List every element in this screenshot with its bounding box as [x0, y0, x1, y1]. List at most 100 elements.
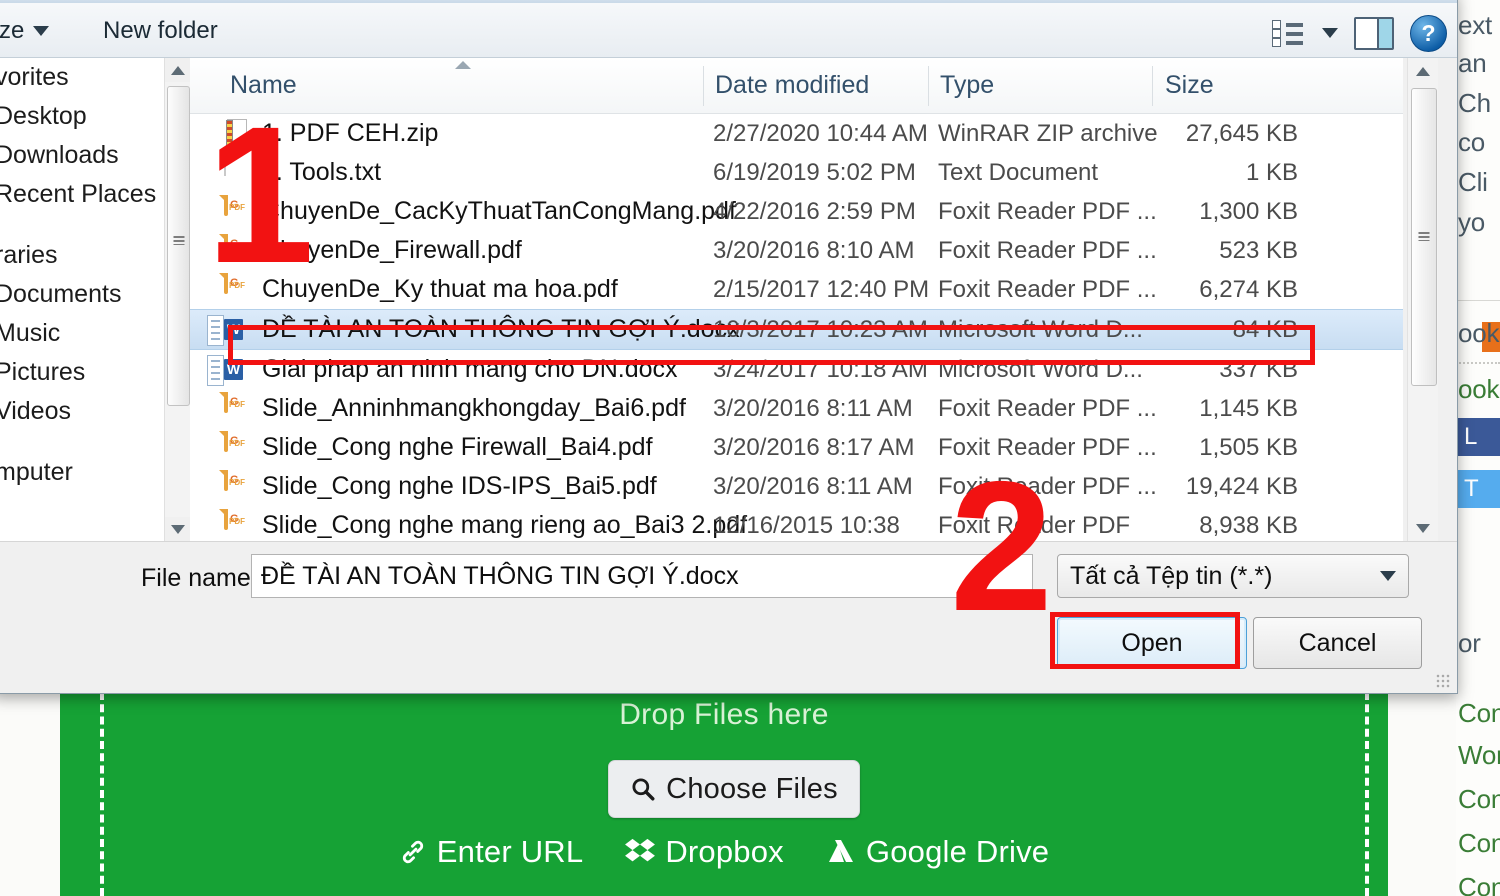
bg-fragment-14[interactable]: Conv: [1458, 828, 1500, 859]
enter-url-link[interactable]: Enter URL: [399, 834, 584, 870]
sidebar-item-music[interactable]: Music: [0, 314, 175, 353]
column-header-date-modified[interactable]: Date modified: [715, 71, 869, 100]
sidebar-item-videos[interactable]: Videos: [0, 392, 175, 431]
table-row[interactable]: G PDF ChuyenDe_Ky thuat ma hoa.pdf 2/15/2…: [190, 270, 1403, 309]
sidebar-item-libraries[interactable]: raries: [0, 236, 175, 275]
table-row[interactable]: 1. PDF CEH.zip 2/27/2020 10:44 AM WinRAR…: [190, 114, 1403, 153]
bg-fragment-2: Ch: [1458, 88, 1491, 118]
file-name-cell: ĐỀ TÀI AN TOÀN THÔNG TIN GỢI Ý.docx: [262, 315, 740, 343]
choose-files-button[interactable]: Choose Files: [608, 760, 860, 818]
file-size-cell: 19,424 KB: [1185, 472, 1298, 500]
google-drive-link[interactable]: Google Drive: [826, 834, 1049, 870]
file-date-cell: 4/22/2016 2:59 PM: [713, 197, 916, 225]
nav-scroll-thumb[interactable]: [167, 86, 190, 406]
column-separator-3[interactable]: [1152, 66, 1153, 106]
column-separator-2[interactable]: [928, 66, 929, 106]
sidebar-item-documents[interactable]: Documents: [0, 275, 175, 314]
table-row[interactable]: 2. Tools.txt 6/19/2019 5:02 PM Text Docu…: [190, 153, 1403, 192]
bg-fragment-12[interactable]: Word: [1458, 740, 1500, 771]
text-file-icon: [224, 156, 252, 188]
file-date-cell: 6/19/2019 5:02 PM: [713, 158, 916, 186]
resize-grip-icon[interactable]: [1436, 674, 1450, 688]
table-row[interactable]: G PDF Slide_Cong nghe IDS-IPS_Bai5.pdf 3/…: [190, 467, 1403, 506]
file-date-cell: 3/20/2016 8:17 AM: [713, 433, 915, 461]
file-date-cell: 12/16/2015 10:38: [713, 511, 900, 539]
bg-fragment-6: ook: [1458, 318, 1500, 348]
bg-dotted-divider: [1456, 362, 1500, 364]
bg-fragment-10: or: [1458, 628, 1481, 658]
file-date-cell: 3/24/2017 10:18 AM: [713, 355, 928, 383]
background-right-column: ext an Ch co Cli yo ook ook L T or Conv …: [1456, 0, 1500, 896]
sidebar-item-desktop[interactable]: Desktop: [0, 97, 175, 136]
sidebar-item-recent-places[interactable]: Recent Places: [0, 175, 175, 214]
bg-fragment-11[interactable]: Conv: [1458, 698, 1500, 729]
navigation-pane-scrollbar[interactable]: [164, 58, 190, 541]
file-name-cell: ChuyenDe_Firewall.pdf: [262, 236, 522, 264]
file-size-cell: 84 KB: [1232, 315, 1298, 343]
sidebar-item-downloads[interactable]: Downloads: [0, 136, 175, 175]
nav-scroll-down-icon[interactable]: [165, 517, 190, 541]
view-options-chevron-down-icon[interactable]: [1322, 28, 1338, 38]
file-date-cell: 3/20/2016 8:10 AM: [713, 236, 915, 264]
column-header-size[interactable]: Size: [1165, 71, 1214, 100]
list-view-icon[interactable]: [1272, 20, 1306, 47]
bg-divider-1: [1456, 300, 1500, 301]
file-date-cell: 2/15/2017 12:40 PM: [713, 275, 930, 303]
table-row[interactable]: W Giai phap an ninh mang cho DN.docx 3/2…: [190, 350, 1403, 389]
pdf-file-icon: G PDF: [224, 508, 252, 541]
table-row[interactable]: G PDF ChuyenDe_Firewall.pdf 3/20/2016 8:1…: [190, 231, 1403, 270]
sort-ascending-caret-icon: [455, 61, 471, 69]
sidebar-item-pictures[interactable]: Pictures: [0, 353, 175, 392]
file-list-scroll-grip-icon: [1418, 232, 1430, 241]
file-name-input[interactable]: ĐỀ TÀI AN TOÀN THÔNG TIN GỢI Ý.docx: [251, 554, 1033, 598]
bg-fragment-0: ext: [1458, 10, 1493, 40]
file-name-cell: 1. PDF CEH.zip: [262, 119, 439, 147]
new-folder-button[interactable]: New folder: [103, 17, 218, 45]
bg-facebook-label: L: [1464, 423, 1478, 450]
file-list-scroll-thumb[interactable]: [1411, 88, 1437, 386]
choose-files-label: Choose Files: [666, 772, 838, 805]
open-button[interactable]: Open: [1057, 617, 1247, 669]
file-name-cell: Slide_Anninhmangkhongday_Bai6.pdf: [262, 394, 686, 422]
bg-fragment-13[interactable]: Conv: [1458, 784, 1500, 815]
dropbox-label: Dropbox: [665, 834, 784, 869]
table-row[interactable]: G PDF ChuyenDe_CacKyThuatTanCongMang.pdf …: [190, 192, 1403, 231]
help-icon[interactable]: ?: [1410, 14, 1447, 52]
file-list-scroll-up-icon[interactable]: [1408, 58, 1438, 84]
bg-fragment-15[interactable]: Conv: [1458, 872, 1500, 896]
dropbox-link[interactable]: Dropbox: [625, 834, 784, 870]
file-date-cell: 3/20/2016 8:11 AM: [713, 394, 913, 422]
file-list-scroll-down-icon[interactable]: [1408, 515, 1438, 541]
bg-fragment-1: an: [1458, 48, 1487, 78]
file-type-filter-select[interactable]: Tất cả Tệp tin (*.*): [1057, 554, 1409, 598]
nav-scroll-up-icon[interactable]: [165, 58, 190, 82]
file-date-cell: 2/27/2020 10:44 AM: [713, 119, 928, 147]
screenshot-root: ext an Ch co Cli yo ook ook L T or Conv …: [0, 0, 1500, 896]
chevron-down-icon: [33, 26, 50, 36]
uploader-source-links: Enter URL Dropbox Google Drive: [60, 834, 1388, 870]
table-row[interactable]: G PDF Slide_Anninhmangkhongday_Bai6.pdf 3…: [190, 389, 1403, 428]
column-header-type[interactable]: Type: [940, 71, 994, 100]
file-date-cell: 10/3/2017 10:23 AM: [713, 315, 928, 343]
sidebar-item-favorites[interactable]: vorites: [0, 58, 175, 97]
file-size-cell: 1,300 KB: [1199, 197, 1298, 225]
file-name-cell: ChuyenDe_CacKyThuatTanCongMang.pdf: [262, 197, 736, 225]
table-row[interactable]: G PDF Slide_Cong nghe mang rieng ao_Bai3 …: [190, 506, 1403, 541]
preview-pane-icon[interactable]: [1354, 16, 1394, 50]
bg-facebook-bar[interactable]: [1456, 418, 1500, 456]
google-drive-icon: [828, 840, 853, 862]
column-separator-1[interactable]: [703, 66, 704, 106]
zip-file-icon: [224, 118, 252, 149]
cancel-button[interactable]: Cancel: [1253, 617, 1422, 669]
table-row[interactable]: G PDF Slide_Cong nghe Firewall_Bai4.pdf 3…: [190, 428, 1403, 467]
link-chain-icon: [402, 840, 423, 864]
column-header-name[interactable]: Name: [230, 71, 297, 100]
file-list-scrollbar[interactable]: [1407, 58, 1438, 541]
table-row-selected[interactable]: W ĐỀ TÀI AN TOÀN THÔNG TIN GỢI Ý.docx 10…: [190, 309, 1403, 350]
pdf-file-icon: G PDF: [224, 272, 252, 305]
sidebar-gap-2: [0, 431, 175, 453]
organize-menu-button[interactable]: ze: [0, 17, 50, 45]
sidebar-item-computer[interactable]: mputer: [0, 453, 175, 492]
dialog-toolbar: ze New folder ?: [0, 3, 1457, 58]
file-uploader-dropzone[interactable]: Drop Files here Choose Files Enter URL D…: [60, 692, 1388, 896]
